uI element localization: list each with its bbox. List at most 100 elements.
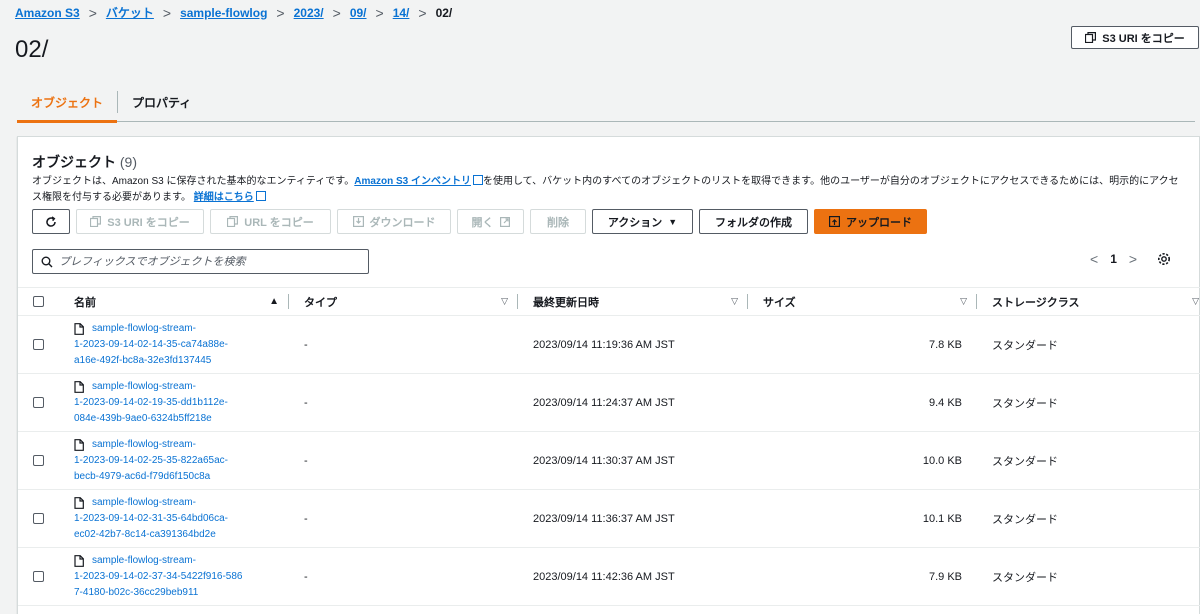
column-size-label: サイズ (763, 296, 796, 309)
sort-icon[interactable]: ▽ (960, 296, 967, 307)
column-storage-label: ストレージクラス (992, 296, 1080, 309)
type-cell: - (304, 570, 308, 583)
actions-dropdown[interactable]: アクション ▼ (592, 209, 693, 234)
select-all-checkbox[interactable] (32, 296, 44, 307)
column-header-type[interactable]: タイプ ▽ (289, 287, 518, 316)
column-header-modified[interactable]: 最終更新日時 ▽ (518, 287, 748, 316)
row-select-cell (18, 571, 58, 582)
copy-s3-uri-button[interactable]: S3 URI をコピー (76, 209, 204, 234)
object-name-line-2: 1-2023-09-14-02-25-35-822a65ac- (74, 454, 228, 466)
storage-class-cell: スタンダード (992, 571, 1058, 584)
file-icon (74, 438, 84, 451)
breadcrumb-year[interactable]: 2023/ (294, 6, 324, 20)
search-input[interactable] (59, 255, 349, 268)
object-name-line-1: sample-flowlog-stream- (92, 438, 196, 450)
table-row[interactable]: sample-flowlog-stream- 1-2023-09-14-02-1… (18, 316, 1200, 374)
row-checkbox[interactable] (32, 397, 44, 408)
breadcrumb-bucket[interactable]: sample-flowlog (180, 6, 267, 20)
name-cell: sample-flowlog-stream- 1-2023-09-14-02-2… (58, 437, 289, 485)
create-folder-button[interactable]: フォルダの作成 (699, 209, 808, 234)
breadcrumb-buckets[interactable]: バケット (106, 4, 154, 21)
inventory-link[interactable]: Amazon S3 インベントリ (354, 176, 471, 187)
learn-more-link[interactable]: 詳細はこちら (194, 192, 254, 203)
row-checkbox[interactable] (32, 571, 44, 582)
gear-icon[interactable] (1157, 252, 1171, 266)
tab-properties-label: プロパティ (132, 95, 192, 110)
select-all-cell (18, 287, 58, 316)
tab-properties[interactable]: プロパティ (118, 82, 205, 122)
breadcrumb-day[interactable]: 14/ (393, 6, 410, 20)
sort-ascending-icon[interactable]: ▲ (269, 296, 279, 307)
row-select-cell (18, 339, 58, 350)
object-name-link[interactable]: sample-flowlog-stream- 1-2023-09-14-02-1… (74, 379, 228, 427)
name-cell: sample-flowlog-stream- 1-2023-09-14-02-3… (58, 495, 289, 543)
sort-icon[interactable]: ▽ (731, 296, 738, 307)
delete-label: 削除 (547, 216, 569, 229)
storage-class-cell: スタンダード (992, 397, 1058, 410)
object-name-line-2: 1-2023-09-14-02-37-34-5422f916-586 (74, 570, 243, 582)
type-cell: - (304, 512, 308, 525)
chevron-right-icon: > (332, 4, 341, 21)
objects-description: オブジェクトは、Amazon S3 に保存された基本的なエンティティです。Ama… (32, 174, 1182, 206)
file-icon (74, 554, 84, 567)
create-folder-label: フォルダの作成 (715, 216, 792, 229)
refresh-button[interactable] (32, 209, 70, 234)
upload-button[interactable]: アップロード (814, 209, 927, 234)
external-link-icon (472, 175, 483, 185)
type-cell: - (304, 454, 308, 467)
object-name-link[interactable]: sample-flowlog-stream- 1-2023-09-14-02-3… (74, 553, 242, 601)
download-label: ダウンロード (369, 216, 436, 229)
copy-icon (1085, 32, 1097, 43)
name-cell: sample-flowlog-stream- 1-2023-09-14-02-1… (58, 379, 289, 427)
row-select-cell (18, 397, 58, 408)
row-select-cell (18, 513, 58, 524)
column-modified-label: 最終更新日時 (533, 296, 599, 309)
current-page[interactable]: 1 (1110, 252, 1117, 266)
tab-objects[interactable]: オブジェクト (17, 82, 118, 123)
column-name-label: 名前 (74, 296, 96, 309)
last-modified-cell: 2023/09/14 11:30:37 AM JST (533, 454, 675, 467)
object-name-link[interactable]: sample-flowlog-stream- 1-2023-09-14-02-3… (74, 495, 228, 543)
object-name-link[interactable]: sample-flowlog-stream- 1-2023-09-14-02-2… (74, 437, 228, 485)
objects-panel-title: オブジェクト (9) (32, 152, 137, 172)
row-checkbox[interactable] (32, 339, 44, 350)
row-checkbox[interactable] (32, 455, 44, 466)
breadcrumb-amazon-s3[interactable]: Amazon S3 (15, 6, 80, 20)
sort-icon[interactable]: ▽ (501, 296, 508, 307)
chevron-right-icon: > (418, 4, 427, 21)
breadcrumb-month[interactable]: 09/ (350, 6, 367, 20)
object-name-line-2: 1-2023-09-14-02-14-35-ca74a88e- (74, 338, 228, 350)
search-field[interactable] (32, 249, 369, 274)
desc-text-1: オブジェクトは、Amazon S3 に保存された基本的なエンティティです。 (32, 176, 355, 187)
table-row[interactable]: sample-flowlog-stream- 1-2023-09-14-02-2… (18, 432, 1200, 490)
object-name-link[interactable]: sample-flowlog-stream- 1-2023-09-14-02-1… (74, 321, 228, 369)
delete-button[interactable]: 削除 (530, 209, 586, 234)
copy-url-button[interactable]: URL をコピー (210, 209, 331, 234)
row-checkbox[interactable] (32, 513, 44, 524)
copy-s3-uri-header-button[interactable]: S3 URI をコピー (1071, 26, 1199, 49)
name-cell: sample-flowlog-stream- 1-2023-09-14-02-3… (58, 553, 289, 601)
table-row[interactable]: sample-flowlog-stream- 1-2023-09-14-02-3… (18, 490, 1200, 548)
objects-title: オブジェクト (32, 154, 116, 170)
next-page-icon[interactable]: > (1129, 251, 1137, 267)
objects-toolbar: S3 URI をコピー URL をコピー ダウンロード 開く 削除 アクション … (32, 209, 927, 235)
size-cell: 7.9 KB (928, 570, 962, 583)
file-icon (74, 380, 84, 393)
object-name-line-1: sample-flowlog-stream- (92, 322, 196, 334)
object-name-line-1-wrap: sample-flowlog-stream- (74, 321, 228, 337)
sort-icon[interactable]: ▽ (1192, 296, 1199, 307)
table-row[interactable]: sample-flowlog-stream- 1-2023-09-14-02-1… (18, 374, 1200, 432)
objects-table: 名前 ▲ タイプ ▽ 最終更新日時 ▽ サイズ ▽ ストレージクラス ▽ sam… (18, 287, 1200, 606)
column-header-name[interactable]: 名前 ▲ (58, 287, 289, 316)
table-row[interactable]: sample-flowlog-stream- 1-2023-09-14-02-3… (18, 548, 1200, 606)
previous-page-icon[interactable]: < (1090, 251, 1098, 267)
column-header-size[interactable]: サイズ ▽ (748, 287, 977, 316)
download-button[interactable]: ダウンロード (337, 209, 451, 234)
object-name-line-3: 084e-439b-9ae0-6324b5ff218e (74, 412, 212, 424)
open-button[interactable]: 開く (457, 209, 524, 234)
actions-label: アクション (607, 216, 663, 229)
column-header-storage-class[interactable]: ストレージクラス ▽ (977, 287, 1200, 316)
table-body: sample-flowlog-stream- 1-2023-09-14-02-1… (18, 316, 1200, 606)
object-name-line-3: ec02-42b7-8c14-ca391364bd2e (74, 528, 216, 540)
last-modified-cell: 2023/09/14 11:36:37 AM JST (533, 512, 675, 525)
